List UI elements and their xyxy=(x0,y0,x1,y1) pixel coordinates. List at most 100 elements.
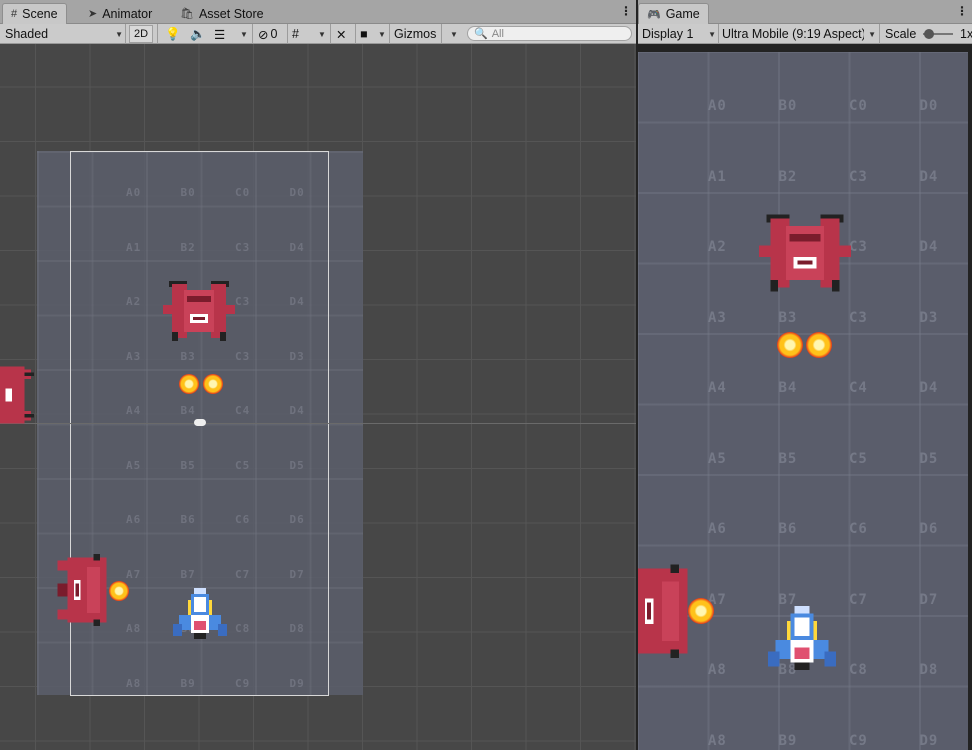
grid-cell-label: D3 xyxy=(919,309,939,326)
grid-dropdown[interactable]: ▼ xyxy=(314,24,326,44)
game-viewport[interactable]: A0B0C0D0A1B2C3D4A2B3C3D4A3B3C3D3A4B4C4D4… xyxy=(638,44,972,750)
game-menu-icon[interactable]: ⋮ xyxy=(956,4,968,20)
scene-axis-line xyxy=(0,423,636,424)
store-bag-icon: 🛍 xyxy=(180,8,194,20)
scene-viewport[interactable]: A0B0C0D0A1B2C3D4A2B3C3D4A3B3C3D3A4B4C4D4… xyxy=(0,44,636,750)
gizmos-label: Gizmos xyxy=(394,27,437,41)
game-tabbar: 🎮 Game ⋮ xyxy=(638,0,972,24)
grid-cell-label: C7 xyxy=(849,591,868,608)
game-toolbar: Display 1 ▼ Ultra Mobile (9:19 Aspect) ▼… xyxy=(638,24,972,44)
hidden-count: 0 xyxy=(270,27,278,41)
tab-scene[interactable]: # Scene xyxy=(2,3,67,24)
tab-animator-label: Animator xyxy=(102,6,153,21)
enemy-ship-sprite[interactable] xyxy=(163,280,235,342)
grid-cell-label: B3 xyxy=(778,309,798,326)
toggle-2d-button[interactable]: 2D xyxy=(129,25,154,43)
camera-dropdown[interactable]: ▼ xyxy=(374,24,386,44)
grid-cell-label: A1 xyxy=(708,168,727,185)
grid-cell-label: C3 xyxy=(849,239,868,255)
gizmos-button[interactable]: Gizmos xyxy=(394,24,436,44)
aspect-label: Ultra Mobile (9:19 Aspect) xyxy=(722,27,864,41)
grid-toggle-icon[interactable]: # xyxy=(292,24,299,44)
tab-asset-store-label: Asset Store xyxy=(198,6,264,21)
effects-toggle-icon[interactable]: ☰ xyxy=(214,24,225,44)
grid-cell-label: D0 xyxy=(919,98,939,114)
effects-dropdown[interactable]: ▼ xyxy=(236,24,248,44)
chevron-down-icon: ▼ xyxy=(868,29,876,39)
grid-cell-label: C9 xyxy=(849,732,868,749)
grid-cell-label: D9 xyxy=(919,732,939,749)
grid-cell-label: D4 xyxy=(919,239,939,255)
camera-icon[interactable]: ■ xyxy=(360,24,368,44)
chevron-down-icon: ▼ xyxy=(708,29,716,39)
tab-animator[interactable]: ➤ Animator xyxy=(80,3,160,24)
tab-asset-store[interactable]: 🛍 Asset Store xyxy=(172,3,272,24)
bullet-sprite xyxy=(688,598,714,624)
display-dropdown[interactable]: Display 1 ▼ xyxy=(642,24,716,44)
player-ship-sprite[interactable] xyxy=(768,606,836,674)
bullet-sprite xyxy=(179,374,199,394)
scale-value: 1x xyxy=(960,27,972,41)
grid-cell-label: B2 xyxy=(778,168,798,185)
hidden-objects-toggle[interactable]: ⊘ 0 xyxy=(258,24,277,44)
grid-cell-label: B0 xyxy=(778,98,798,114)
grid-cell-label: A2 xyxy=(708,239,727,255)
grid-cell-label: A5 xyxy=(708,450,727,467)
scene-tabbar: # Scene ➤ Animator 🛍 Asset Store ⋮ xyxy=(0,0,636,24)
grid-cell-label: A8 xyxy=(708,732,727,749)
grid-cell-label: A6 xyxy=(708,521,727,537)
lighting-toggle-icon[interactable]: 💡 xyxy=(165,24,181,44)
grid-cell-label: C6 xyxy=(849,521,868,537)
enemy-ship-side-sprite[interactable] xyxy=(0,360,38,430)
grid-icon: # xyxy=(11,8,18,20)
audio-toggle-icon[interactable]: 🔈 xyxy=(190,24,206,44)
grid-cell-label: A3 xyxy=(708,309,727,326)
search-placeholder: All xyxy=(491,27,504,40)
scene-menu-icon[interactable]: ⋮ xyxy=(620,4,632,20)
draw-mode-label: Shaded xyxy=(5,27,49,41)
gamepad-icon: 🎮 xyxy=(647,8,661,21)
scene-panel: # Scene ➤ Animator 🛍 Asset Store ⋮ Shade… xyxy=(0,0,636,750)
enemy-ship-sprite[interactable] xyxy=(759,213,851,293)
grid-cell-label: D4 xyxy=(919,168,939,185)
grid-cell-label: A8 xyxy=(708,662,727,678)
grid-cell-label: D4 xyxy=(919,380,939,396)
tab-game-label: Game xyxy=(665,7,700,21)
grid-cell-label: D5 xyxy=(919,450,939,467)
grid-cell-label: C3 xyxy=(849,309,868,326)
grid-cell-label: B6 xyxy=(778,521,798,537)
grid-cell-label: B9 xyxy=(778,732,798,749)
bullet-sprite xyxy=(203,374,223,394)
grid-cell-label: A0 xyxy=(708,98,727,114)
grid-cell-label: D6 xyxy=(919,521,939,537)
game-panel: 🎮 Game ⋮ Display 1 ▼ Ultra Mobile (9:19 … xyxy=(638,0,972,750)
grid-cell-label: C0 xyxy=(849,98,868,114)
scale-label: Scale xyxy=(885,27,917,41)
display-label: Display 1 xyxy=(642,27,694,41)
scale-slider-thumb[interactable] xyxy=(924,29,934,39)
chevron-down-icon: ▼ xyxy=(378,29,386,39)
grid-cell-label: C8 xyxy=(849,662,868,678)
scene-toolbar: Shaded ▼ 2D 💡 🔈 ☰ ▼ ⊘ 0 # ▼ ✕ ■ ▼ Gizmos… xyxy=(0,24,636,44)
eye-slash-icon: ⊘ xyxy=(258,27,269,42)
pivot-marker xyxy=(194,419,206,426)
draw-mode-dropdown[interactable]: Shaded ▼ xyxy=(5,24,123,44)
grid-cell-label: B4 xyxy=(778,380,798,396)
aspect-dropdown[interactable]: Ultra Mobile (9:19 Aspect) ▼ xyxy=(722,24,876,44)
player-ship-sprite[interactable] xyxy=(173,588,227,642)
tools-icon[interactable]: ✕ xyxy=(336,24,346,44)
tab-game[interactable]: 🎮 Game xyxy=(638,3,709,24)
animator-icon: ➤ xyxy=(88,8,98,20)
grid-cell-label: C4 xyxy=(849,380,868,396)
chevron-down-icon: ▼ xyxy=(318,29,326,39)
scene-search-input[interactable]: 🔍 All xyxy=(467,26,632,41)
grid-cell-label: D7 xyxy=(919,591,939,608)
grid-cell-label: A4 xyxy=(708,380,727,396)
grid-cell-label: B5 xyxy=(778,450,798,467)
chevron-down-icon: ▼ xyxy=(450,29,458,39)
bullet-sprite xyxy=(806,332,832,358)
bullet-sprite xyxy=(109,581,129,601)
grid-cell-label: C3 xyxy=(849,168,868,185)
gizmos-dropdown[interactable]: ▼ xyxy=(446,24,458,44)
bullet-sprite xyxy=(777,332,803,358)
